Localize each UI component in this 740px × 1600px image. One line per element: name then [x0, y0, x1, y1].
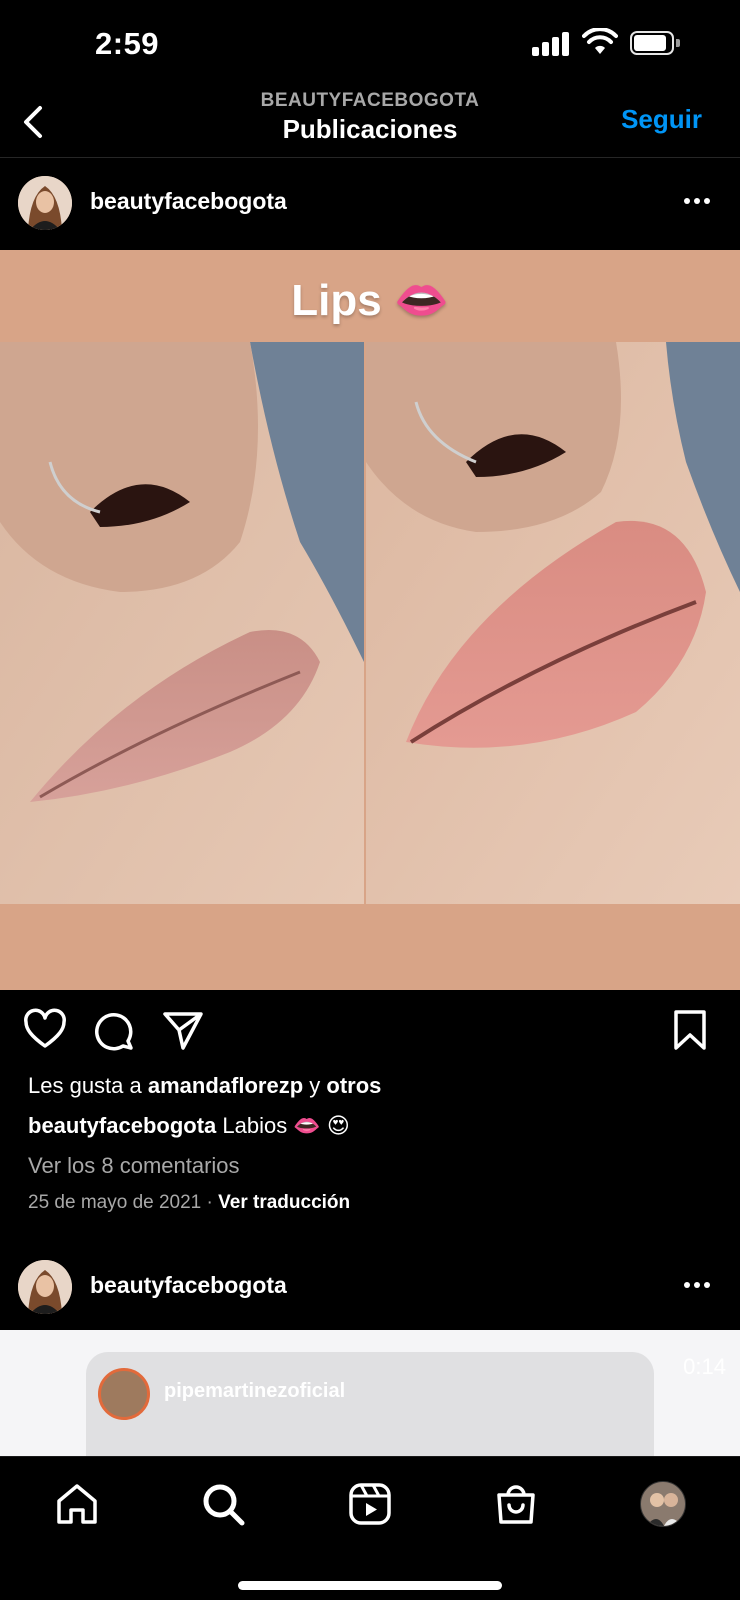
likes-conj: y — [303, 1073, 327, 1098]
comment-icon[interactable] — [92, 1008, 136, 1052]
save-bookmark-icon[interactable] — [668, 1008, 712, 1052]
more-options-icon[interactable] — [684, 198, 714, 208]
likes-prefix: Les gusta a — [28, 1073, 148, 1098]
shared-story-card: pipemartinezoficial — [86, 1352, 654, 1456]
story-username: pipemartinezoficial — [164, 1380, 346, 1402]
share-send-icon[interactable] — [161, 1008, 205, 1052]
home-indicator — [238, 1581, 502, 1590]
caption-text: Labios 👄 😍 — [216, 1113, 350, 1138]
more-options-icon[interactable] — [684, 1282, 714, 1292]
before-photo — [0, 342, 364, 904]
likes-others-link[interactable]: otros — [326, 1073, 381, 1098]
post-actions — [0, 1008, 740, 1058]
search-icon[interactable] — [200, 1481, 246, 1527]
like-heart-icon[interactable] — [23, 1008, 67, 1052]
reels-icon[interactable] — [347, 1481, 393, 1527]
story-avatar — [98, 1368, 150, 1420]
profile-avatar-icon[interactable] — [640, 1481, 686, 1527]
caption: beautyfacebogota Labios 👄 😍 — [28, 1113, 718, 1139]
image-title: Lips 👄 — [291, 276, 449, 325]
post-image[interactable]: Lips 👄 — [0, 250, 740, 990]
post2-username[interactable]: beautyfacebogota — [90, 1272, 287, 1299]
shop-bag-icon[interactable] — [493, 1481, 539, 1527]
post-date: 25 de mayo de 2021 — [28, 1192, 202, 1213]
date-separator: · — [201, 1192, 219, 1213]
see-translation-link[interactable]: Ver traducción — [218, 1192, 350, 1213]
post2-header: beautyfacebogota — [0, 1242, 740, 1332]
bottom-tab-bar — [0, 1456, 740, 1600]
nav-header: BEAUTYFACEBOGOTA Publicaciones Seguir — [0, 90, 740, 158]
home-icon[interactable] — [54, 1481, 100, 1527]
status-time: 2:59 — [95, 26, 160, 61]
wifi-icon — [582, 28, 618, 54]
battery-icon — [630, 31, 680, 55]
follow-button[interactable]: Seguir — [621, 104, 702, 135]
cellular-signal-icon — [532, 30, 572, 56]
post-header: beautyfacebogota — [0, 158, 740, 248]
video-duration: 0:14 — [683, 1354, 726, 1379]
after-photo — [366, 342, 740, 904]
likes-line: Les gusta a amandaflorezp y otros — [28, 1073, 718, 1099]
post2-image[interactable]: pipemartinezoficial 0:14 — [0, 1330, 740, 1456]
view-comments-link[interactable]: Ver los 8 comentarios — [28, 1153, 718, 1179]
status-bar: 2:59 — [0, 0, 740, 90]
post-meta: 25 de mayo de 2021 · Ver traducción — [28, 1192, 718, 1214]
likes-user-link[interactable]: amandaflorezp — [148, 1073, 303, 1098]
caption-username[interactable]: beautyfacebogota — [28, 1113, 216, 1138]
avatar[interactable] — [18, 1260, 72, 1314]
post-username[interactable]: beautyfacebogota — [90, 188, 287, 215]
avatar[interactable] — [18, 176, 72, 230]
